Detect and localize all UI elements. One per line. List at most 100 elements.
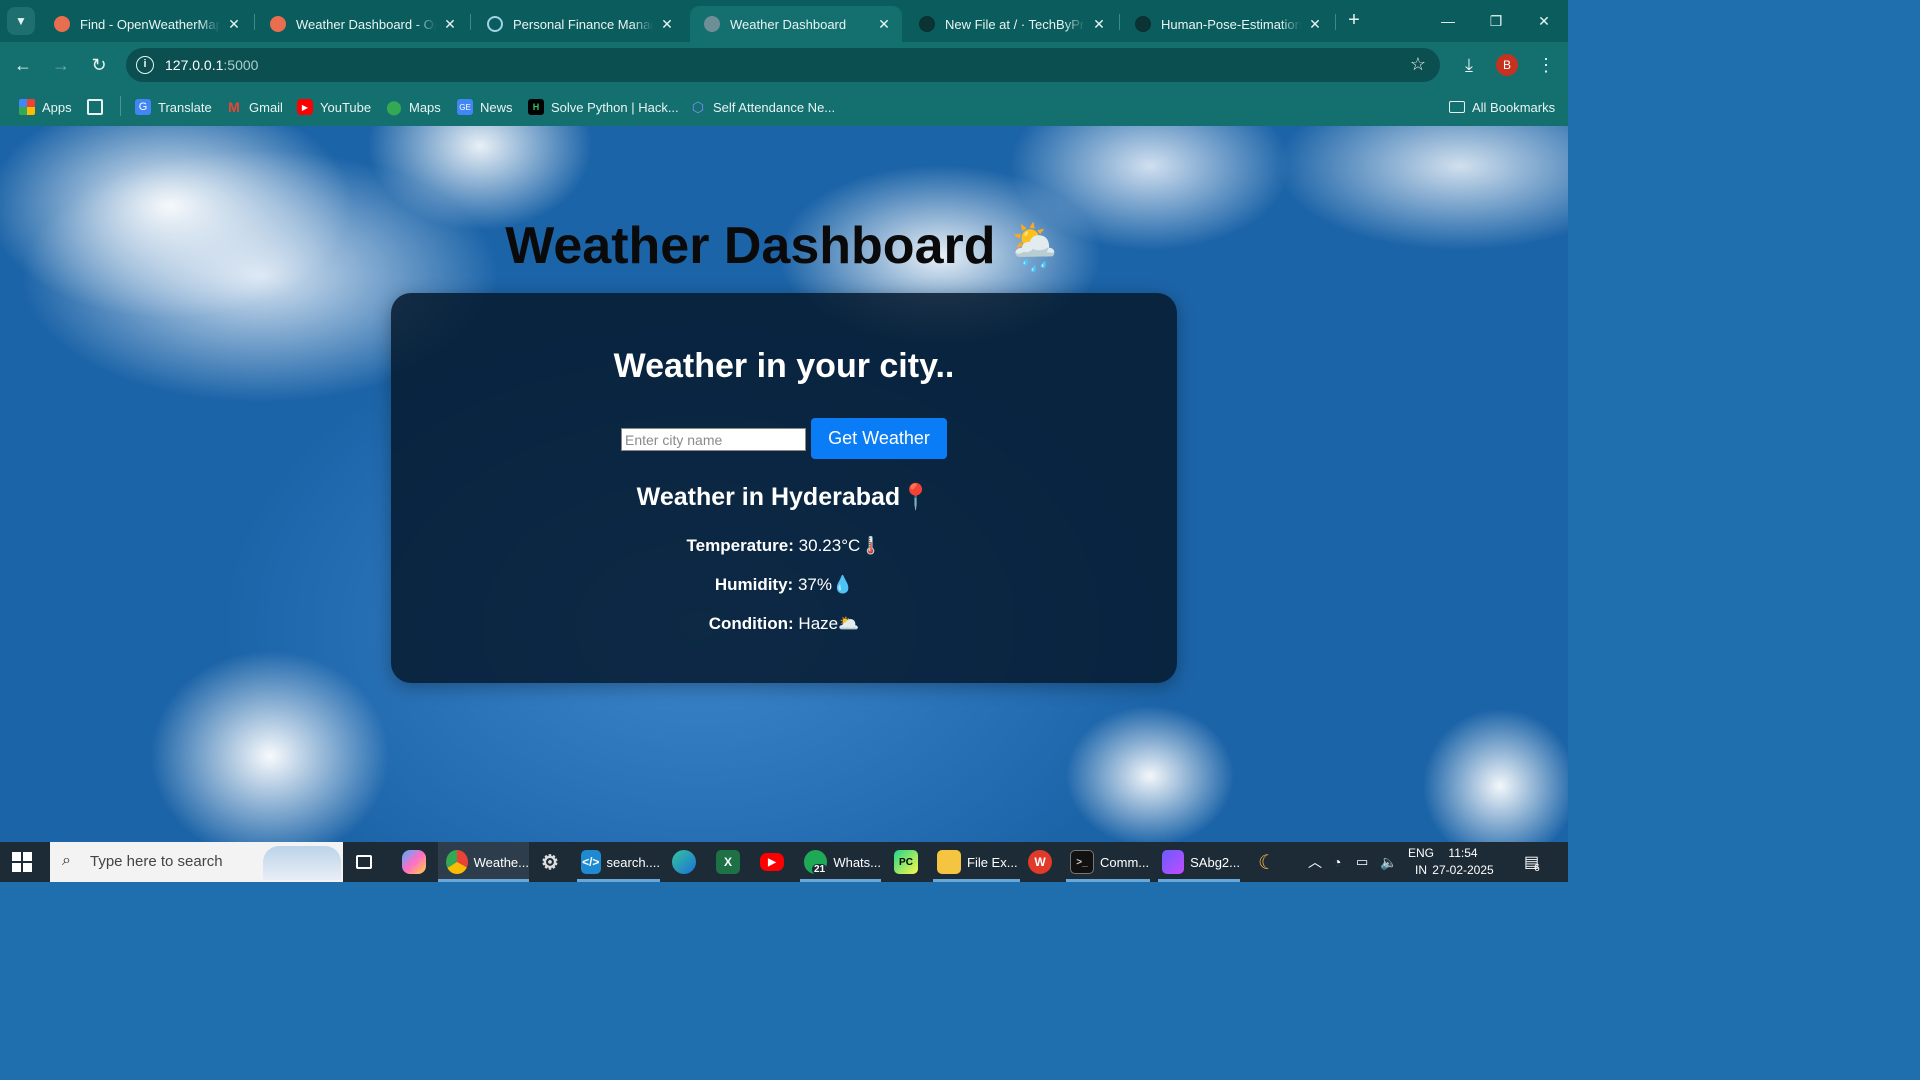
tab-groups-button[interactable] [87, 97, 110, 117]
system-clock[interactable]: 11:54 27-02-2025 [1428, 845, 1498, 879]
youtube-icon: ▶ [760, 853, 784, 871]
bookmark-maps[interactable]: ⬤ Maps [386, 97, 441, 117]
battery-icon[interactable]: ▭ [1356, 842, 1368, 882]
all-bookmarks-label: All Bookmarks [1472, 99, 1556, 115]
wps-office-icon: W [1028, 850, 1052, 874]
taskbar-item-label: SAbg2... [1190, 854, 1240, 870]
tab-weather-dashboard-op[interactable]: Weather Dashboard - Op ✕ [256, 6, 468, 42]
bookmark-label: Gmail [249, 99, 283, 115]
tab-title: Find - OpenWeatherMap [80, 16, 220, 32]
github-favicon-icon [1135, 16, 1151, 32]
bookmark-hackerrank[interactable]: H Solve Python | Hack... [528, 97, 679, 117]
whatsapp-badge: 21 [812, 864, 828, 875]
browser-toolbar: ← → ↻ i 127.0.0.1:5000 ☆ ⤓ B ⋮ [0, 42, 1568, 88]
tab-personal-finance[interactable]: Personal Finance Manage ✕ [473, 6, 685, 42]
humidity-row: Humidity: 37%💧 [391, 575, 1177, 595]
address-bar[interactable]: i 127.0.0.1:5000 ☆ [126, 48, 1440, 82]
youtube-icon: ▶ [297, 99, 313, 115]
command-prompt-icon: >_ [1070, 850, 1094, 874]
copilot-icon[interactable] [402, 842, 432, 882]
image-app-icon [1162, 850, 1185, 874]
close-tab-icon[interactable]: ✕ [226, 16, 242, 33]
downloads-icon[interactable]: ⤓ [1455, 51, 1483, 79]
temperature-label: Temperature: [686, 536, 794, 555]
tab-weather-dashboard[interactable]: Weather Dashboard ✕ [690, 6, 902, 42]
taskbar-command-prompt[interactable]: >_ Comm... [1066, 842, 1150, 882]
taskbar-settings[interactable]: ⚙ [538, 842, 568, 882]
close-window-button[interactable]: ✕ [1520, 0, 1568, 42]
back-button[interactable]: ← [9, 51, 37, 79]
task-view-icon[interactable] [356, 842, 378, 882]
forward-button[interactable]: → [47, 51, 75, 79]
close-tab-icon[interactable]: ✕ [442, 16, 458, 33]
close-tab-icon[interactable]: ✕ [659, 16, 675, 33]
edge-icon [672, 850, 696, 874]
bookmark-label: Self Attendance Ne... [713, 99, 836, 115]
restore-button[interactable]: ❐ [1472, 0, 1520, 42]
taskbar-excel[interactable]: X [716, 842, 746, 882]
taskbar-item-label: Whats... [833, 854, 881, 870]
city-name-input[interactable] [621, 428, 806, 451]
condition-label: Condition: [708, 614, 794, 633]
minimize-button[interactable]: — [1424, 0, 1472, 42]
reload-button[interactable]: ↻ [85, 51, 113, 79]
url-port: :5000 [223, 57, 259, 73]
humidity-label: Humidity: [714, 575, 794, 594]
bookmark-news[interactable]: GE News [457, 97, 513, 117]
close-tab-icon[interactable]: ✕ [1091, 16, 1107, 33]
tab-title: Human-Pose-Estimation- [1161, 16, 1301, 32]
bookmark-translate[interactable]: G Translate [135, 97, 212, 117]
bookmark-youtube[interactable]: ▶ YouTube [297, 97, 371, 117]
menu-kebab-icon[interactable]: ⋮ [1532, 51, 1560, 79]
bookmark-gmail[interactable]: M Gmail [226, 97, 283, 117]
taskbar-whatsapp[interactable]: 21 Whats... [800, 842, 881, 882]
bookmark-apps[interactable]: Apps [19, 97, 72, 117]
bookmark-label: Apps [42, 99, 72, 115]
folder-icon [1449, 101, 1465, 113]
whatsapp-icon: 21 [804, 850, 828, 875]
weather-page: Weather Dashboard 🌦️ Weather in your city… [0, 126, 1568, 842]
taskbar-item-label: search.... [606, 854, 660, 870]
profile-avatar[interactable]: B [1496, 54, 1518, 76]
taskbar-image-app[interactable]: SAbg2... [1158, 842, 1240, 882]
bookmark-self-attendance[interactable]: ⬡ Self Attendance Ne... [690, 97, 835, 117]
bookmark-star-icon[interactable]: ☆ [1410, 54, 1426, 75]
network-icon[interactable]: ◔ [1333, 842, 1341, 882]
notifications-icon[interactable]: ▤ 6 [1524, 842, 1545, 882]
tab-find-openweathermap[interactable]: Find - OpenWeatherMap ✕ [40, 6, 252, 42]
taskbar-file-explorer[interactable]: File Ex... [933, 842, 1020, 882]
new-tab-button[interactable]: + [1342, 8, 1366, 32]
close-tab-icon[interactable]: ✕ [876, 16, 892, 33]
clock-time: 11:54 [1448, 846, 1478, 860]
tab-title: New File at / · TechByPriy [945, 16, 1085, 32]
tab-title: Personal Finance Manage [513, 16, 653, 32]
windows-start-icon[interactable] [12, 852, 32, 872]
attendance-icon: ⬡ [691, 98, 705, 115]
get-weather-button[interactable]: Get Weather [811, 418, 947, 459]
site-info-icon[interactable]: i [136, 56, 154, 74]
taskbar-item-label: File Ex... [967, 854, 1018, 870]
taskbar-wps-office[interactable]: W [1028, 842, 1058, 882]
hackerrank-icon: H [528, 99, 544, 115]
close-tab-icon[interactable]: ✕ [1307, 16, 1323, 33]
tab-human-pose-estimation[interactable]: Human-Pose-Estimation- ✕ [1121, 6, 1333, 42]
taskbar-chrome[interactable]: Weathe... [438, 842, 529, 882]
condition-value: Haze🌥️ [798, 614, 860, 633]
taskbar-pycharm[interactable]: PC [894, 842, 924, 882]
taskbar-youtube[interactable]: ▶ [760, 842, 790, 882]
volume-icon[interactable]: 🔈 [1380, 842, 1397, 882]
maps-icon: ⬤ [386, 98, 402, 115]
taskbar-vscode[interactable]: </> search.... [577, 842, 660, 882]
tab-strip: ▼ Find - OpenWeatherMap ✕ Weather Dashbo… [0, 0, 1568, 42]
show-hidden-icons-icon[interactable]: ︿ [1308, 842, 1322, 882]
rain-cloud-icon: 🌦️ [1005, 221, 1063, 273]
night-light-icon[interactable]: ☾ [1258, 842, 1276, 882]
taskbar-search-box[interactable]: ⌕ Type here to search [50, 842, 343, 882]
tab-search-button[interactable]: ▼ [7, 7, 35, 35]
windows-taskbar: ⌕ Type here to search Weathe... ⚙ </> se… [0, 842, 1568, 882]
taskbar-edge[interactable] [672, 842, 702, 882]
bookmark-label: Solve Python | Hack... [551, 99, 679, 115]
openweathermap-favicon-icon [270, 16, 286, 32]
all-bookmarks-button[interactable]: All Bookmarks [1449, 97, 1555, 117]
tab-new-file-techbypriy[interactable]: New File at / · TechByPriy ✕ [905, 6, 1117, 42]
